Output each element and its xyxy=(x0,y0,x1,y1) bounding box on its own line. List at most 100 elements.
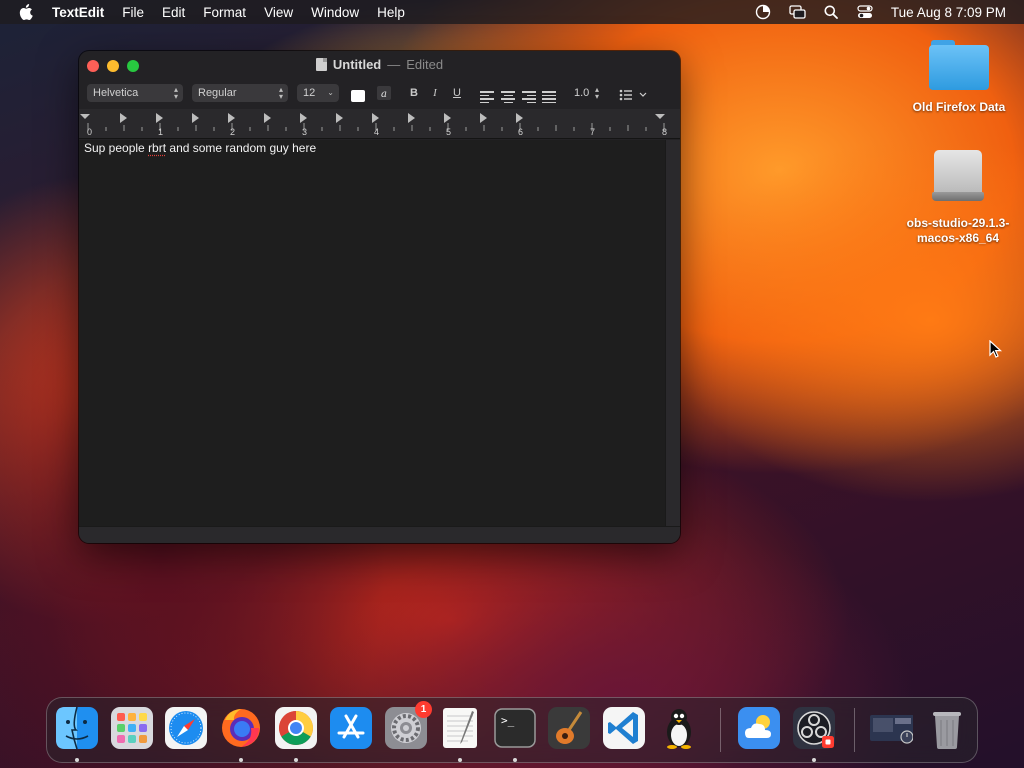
dock-window-thumbnail[interactable] xyxy=(869,706,913,750)
tab-stop[interactable] xyxy=(120,113,127,123)
dock-trash[interactable] xyxy=(925,706,969,750)
title-separator: — xyxy=(387,57,401,72)
font-style-value: Regular xyxy=(198,87,237,99)
disk-image-icon xyxy=(930,148,986,204)
text-run: Sup people xyxy=(84,141,149,155)
align-center-icon xyxy=(501,91,515,103)
menu-format[interactable]: Format xyxy=(203,5,246,20)
dock-garageband[interactable] xyxy=(547,706,591,750)
desktop-icon-old-firefox-data[interactable]: Old Firefox Data xyxy=(894,40,1024,115)
align-right-icon xyxy=(522,91,536,103)
tab-stop[interactable] xyxy=(444,113,451,123)
tab-stop[interactable] xyxy=(480,113,487,123)
misspelled-word[interactable]: rbrt xyxy=(148,141,166,155)
document-name[interactable]: Untitled xyxy=(333,57,381,72)
garageband-icon xyxy=(548,707,590,749)
align-right-button[interactable] xyxy=(522,88,536,106)
line-spacing-value: 1.0 xyxy=(574,87,590,99)
document-text[interactable]: Sup people rbrt and some random guy here xyxy=(84,141,316,155)
dock-firefox[interactable] xyxy=(219,706,263,750)
dock-system-settings[interactable]: 1 xyxy=(384,701,432,750)
tab-stop[interactable] xyxy=(372,113,379,123)
launchpad-icon xyxy=(111,707,153,749)
menu-edit[interactable]: Edit xyxy=(162,5,185,20)
underline-button[interactable]: U xyxy=(449,84,465,102)
dock-terminal[interactable]: >_ xyxy=(493,706,537,750)
weather-icon xyxy=(738,707,780,749)
title-bar[interactable]: Untitled — Edited xyxy=(79,51,680,79)
document-icon[interactable] xyxy=(315,58,327,71)
apple-menu-icon[interactable] xyxy=(16,0,36,24)
screen-mirroring-icon[interactable] xyxy=(789,4,806,21)
text-color-well[interactable] xyxy=(351,87,365,105)
font-size-combo[interactable]: 12 ⌄ xyxy=(297,84,339,102)
dock-vscode[interactable] xyxy=(602,706,646,750)
mouse-cursor-icon xyxy=(989,339,1003,358)
svg-text:a: a xyxy=(381,89,387,100)
tab-stop[interactable] xyxy=(192,113,199,123)
ruler-number: 7 xyxy=(590,127,596,137)
text-run: and some random guy here xyxy=(166,141,317,155)
running-indicator xyxy=(294,758,298,762)
chevron-down-icon: ⌄ xyxy=(327,88,334,97)
chevron-updown-icon: ▴ ▾ xyxy=(594,85,599,101)
spotlight-search-icon[interactable] xyxy=(823,4,840,21)
dock-safari[interactable] xyxy=(164,706,208,750)
menu-help[interactable]: Help xyxy=(377,5,405,20)
edited-status: Edited xyxy=(406,57,444,72)
safari-icon xyxy=(165,707,207,749)
control-center-icon[interactable] xyxy=(857,4,874,21)
dock-tux[interactable] xyxy=(657,706,701,750)
bold-button[interactable]: B xyxy=(406,84,422,102)
tab-stop[interactable] xyxy=(156,113,163,123)
tab-stop[interactable] xyxy=(264,113,271,123)
align-left-button[interactable] xyxy=(480,88,494,106)
font-size-value: 12 xyxy=(303,87,316,99)
menu-view[interactable]: View xyxy=(264,5,293,20)
align-left-icon xyxy=(480,91,494,103)
vertical-scrollbar[interactable] xyxy=(665,140,680,526)
font-style-popup[interactable]: Regular ▴ ▾ xyxy=(192,84,288,102)
line-spacing-popup[interactable]: 1.0 ▴ ▾ xyxy=(568,84,604,102)
format-bar: Helvetica ▴ ▾ Regular ▴ ▾ 12 ⌄ a B I U 1… xyxy=(79,82,680,106)
ruler-number: 3 xyxy=(302,127,308,137)
chevron-updown-icon: ▴ ▾ xyxy=(278,85,283,101)
italic-button[interactable]: I xyxy=(427,84,443,102)
list-bullets-icon xyxy=(619,89,647,101)
tab-stop[interactable] xyxy=(516,113,523,123)
screen-time-icon[interactable] xyxy=(755,4,772,21)
firefox-icon xyxy=(222,709,260,747)
ruler[interactable]: 0 1 2 3 4 5 6 7 8 xyxy=(79,109,680,139)
folder-icon xyxy=(929,40,989,90)
textedit-window: Untitled — Edited Helvetica ▴ ▾ Regular ▴… xyxy=(79,51,680,543)
running-indicator xyxy=(458,758,462,762)
font-family-popup[interactable]: Helvetica ▴ ▾ xyxy=(87,84,183,102)
penguin-icon xyxy=(667,709,691,749)
menu-file[interactable]: File xyxy=(122,5,144,20)
dock-textedit[interactable] xyxy=(438,706,482,750)
dock-chrome[interactable] xyxy=(274,706,318,750)
document-text-area[interactable]: Sup people rbrt and some random guy here xyxy=(79,140,665,526)
dock-finder[interactable] xyxy=(55,706,99,750)
dock: 1 >_ xyxy=(46,697,978,763)
justify-button[interactable] xyxy=(542,88,556,106)
dock-weather[interactable] xyxy=(737,706,781,750)
obs-icon xyxy=(793,707,835,749)
app-menu-textedit[interactable]: TextEdit xyxy=(52,5,104,20)
tab-stop[interactable] xyxy=(300,113,307,123)
menu-window[interactable]: Window xyxy=(311,5,359,20)
desktop-icon-obs-dmg[interactable]: obs-studio-29.1.3-macos-x86_64 xyxy=(893,148,1023,246)
align-center-button[interactable] xyxy=(501,88,515,106)
list-bullets-popup[interactable] xyxy=(619,86,647,104)
terminal-icon: >_ xyxy=(494,708,536,748)
dock-app-store[interactable] xyxy=(329,706,373,750)
finder-icon xyxy=(56,706,98,750)
dock-obs[interactable] xyxy=(792,706,836,750)
clock[interactable]: Tue Aug 8 7:09 PM xyxy=(891,5,1006,20)
horizontal-scrollbar[interactable] xyxy=(79,526,680,543)
dock-launchpad[interactable] xyxy=(110,706,154,750)
highlight-color-button[interactable]: a xyxy=(377,84,391,102)
tab-stop[interactable] xyxy=(228,113,235,123)
tab-stop[interactable] xyxy=(408,113,415,123)
tab-stop[interactable] xyxy=(336,113,343,123)
